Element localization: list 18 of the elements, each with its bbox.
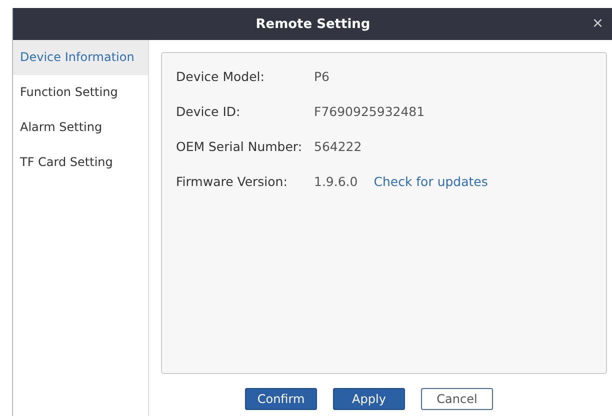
sidebar-item[interactable]: TF Card Setting bbox=[13, 145, 148, 180]
field-label: Device Model: bbox=[176, 69, 266, 84]
field-label: Device ID: bbox=[176, 104, 242, 119]
dialog-button[interactable]: Cancel bbox=[421, 388, 493, 410]
field-value: 1.9.6.0 bbox=[314, 174, 358, 189]
sidebar-item[interactable]: Function Setting bbox=[13, 75, 148, 110]
dialog-button[interactable]: Apply bbox=[333, 388, 405, 410]
sidebar-item[interactable]: Alarm Setting bbox=[13, 110, 148, 145]
field-label: Firmware Version: bbox=[176, 174, 288, 189]
sidebar-item[interactable]: Device Information bbox=[13, 40, 148, 75]
window-title: Remote Setting bbox=[256, 16, 370, 32]
field-value: F7690925932481 bbox=[314, 104, 425, 119]
field-value: 564222 bbox=[314, 139, 362, 154]
field-label: OEM Serial Number: bbox=[176, 139, 304, 154]
check-updates-link[interactable]: Check for updates bbox=[374, 174, 488, 189]
dialog-button[interactable]: Confirm bbox=[245, 388, 317, 410]
field-value: P6 bbox=[314, 69, 330, 84]
close-button[interactable]: × bbox=[588, 13, 607, 33]
